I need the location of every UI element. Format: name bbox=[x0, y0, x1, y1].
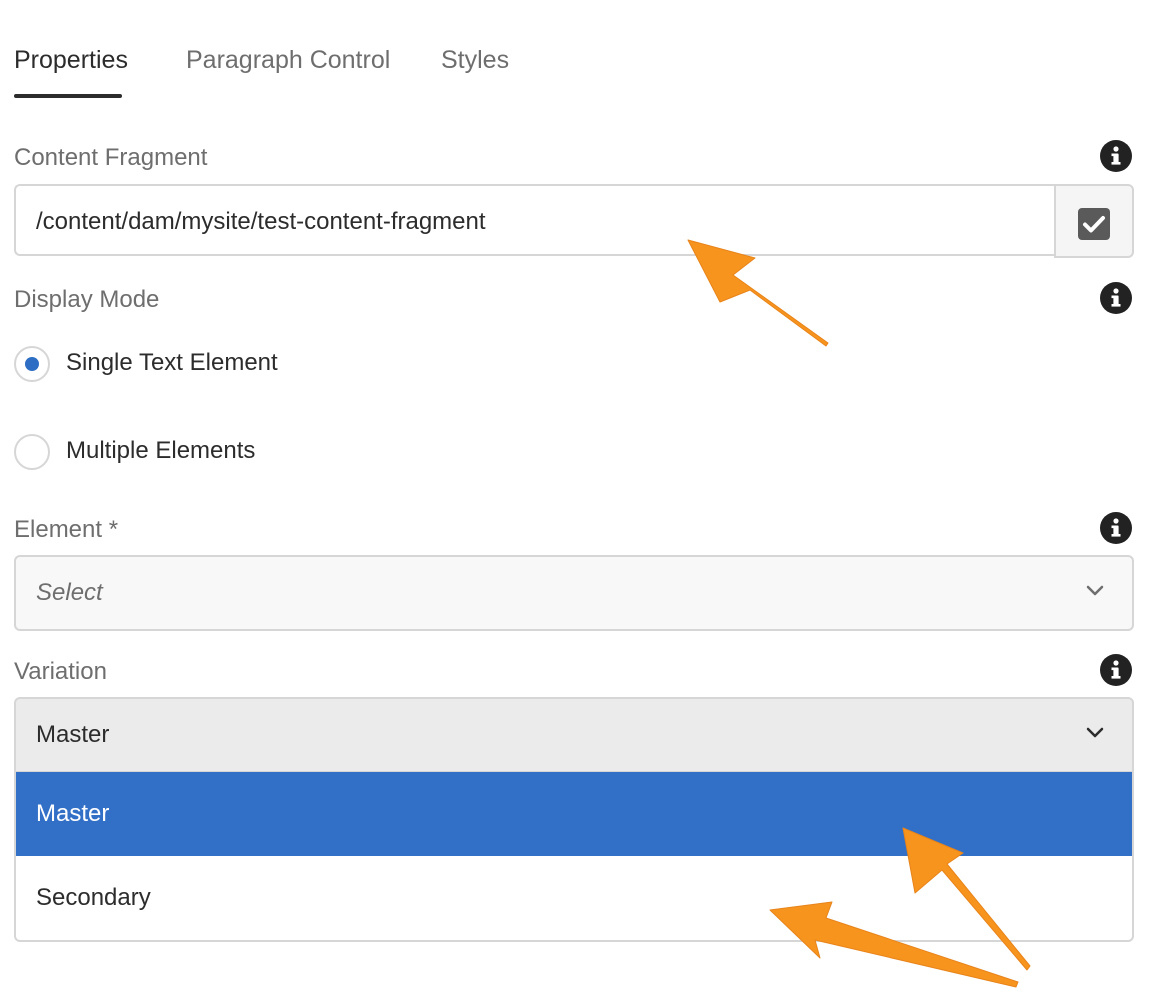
chevron-down-icon bbox=[1086, 585, 1104, 596]
active-tab-indicator bbox=[14, 94, 122, 98]
element-select[interactable]: Select bbox=[14, 555, 1134, 631]
tab-paragraph-control[interactable]: Paragraph Control bbox=[186, 46, 390, 75]
element-select-placeholder: Select bbox=[36, 579, 103, 606]
tab-properties[interactable]: Properties bbox=[14, 46, 128, 75]
radio-button[interactable] bbox=[14, 434, 50, 470]
display-mode-label: Display Mode bbox=[14, 286, 160, 313]
option-label: Secondary bbox=[36, 884, 151, 911]
variation-option-secondary[interactable]: Secondary bbox=[16, 856, 1132, 940]
content-fragment-path-field[interactable]: /content/dam/mysite/test-content-fragmen… bbox=[14, 184, 1054, 256]
info-icon[interactable] bbox=[1100, 512, 1132, 544]
content-fragment-picker-button[interactable] bbox=[1054, 184, 1134, 258]
radio-button[interactable] bbox=[14, 346, 50, 382]
content-fragment-path-value: /content/dam/mysite/test-content-fragmen… bbox=[36, 208, 486, 235]
element-label: Element * bbox=[14, 516, 119, 543]
info-icon[interactable] bbox=[1100, 282, 1132, 314]
info-icon[interactable] bbox=[1100, 140, 1132, 172]
tab-styles[interactable]: Styles bbox=[441, 46, 509, 75]
radio-label: Multiple Elements bbox=[66, 437, 256, 464]
info-icon[interactable] bbox=[1100, 654, 1132, 686]
radio-label: Single Text Element bbox=[66, 349, 278, 376]
variation-option-master[interactable]: Master bbox=[16, 772, 1132, 856]
option-label: Master bbox=[36, 800, 110, 827]
variation-select-value: Master bbox=[36, 721, 110, 748]
chevron-down-icon bbox=[1086, 727, 1104, 738]
checkbox-check-icon bbox=[1078, 208, 1110, 240]
variation-select[interactable]: Master bbox=[14, 697, 1134, 773]
variation-dropdown-list: Master Secondary bbox=[14, 772, 1134, 942]
variation-label: Variation bbox=[14, 658, 107, 685]
content-fragment-label: Content Fragment bbox=[14, 144, 208, 171]
